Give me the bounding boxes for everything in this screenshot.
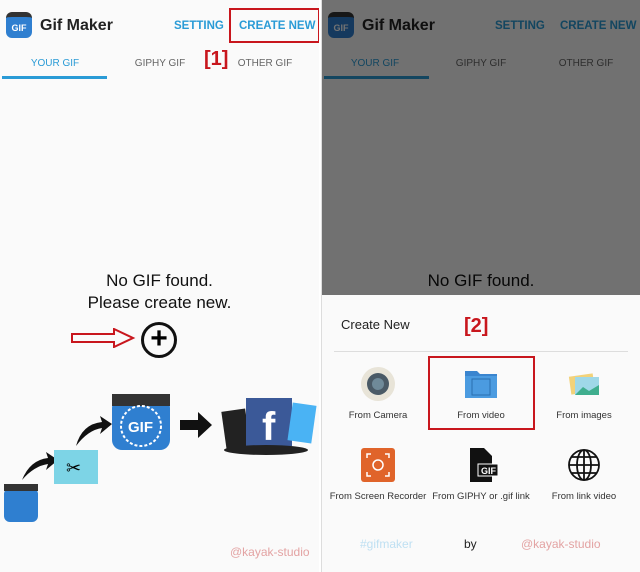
option-from-images[interactable]: From images	[531, 367, 637, 421]
images-icon	[568, 373, 599, 395]
by-text: by	[464, 537, 477, 551]
tab-bar: YOUR GIF GIPHY GIF OTHER GIF	[0, 52, 319, 80]
app-logo: GIF	[6, 12, 32, 38]
option-label: From video	[457, 410, 505, 421]
dim-overlay[interactable]	[322, 0, 640, 295]
tab-your-gif[interactable]: YOUR GIF	[2, 58, 108, 69]
step-1-label: [1]	[204, 48, 229, 70]
arrow-right-outline-icon	[71, 328, 136, 348]
hashtag: #gifmaker	[360, 537, 413, 551]
empty-message: No GIF found. Please create new.	[0, 270, 319, 314]
option-label: From Camera	[348, 410, 408, 421]
illustration: ✂ GIF f	[4, 394, 317, 522]
option-from-camera[interactable]: From Camera	[325, 367, 431, 421]
empty-line-2: Please create new.	[87, 293, 232, 312]
option-label: From link video	[551, 491, 617, 502]
globe-icon	[568, 449, 600, 481]
arrow-right-icon	[180, 412, 212, 438]
option-from-link-video[interactable]: From link video	[531, 448, 637, 502]
tab-giphy-gif[interactable]: GIPHY GIF	[107, 58, 213, 69]
option-label: From GIPHY or .gif link	[432, 491, 530, 502]
svg-text:✂: ✂	[66, 458, 81, 478]
right-screen: GIF Gif Maker SETTING CREATE NEW YOUR GI…	[321, 0, 640, 572]
svg-text:f: f	[262, 405, 276, 449]
svg-text:GIF: GIF	[128, 419, 153, 436]
empty-line-1: No GIF found.	[106, 271, 213, 290]
app-title: Gif Maker	[40, 17, 113, 34]
add-button[interactable]: +	[141, 322, 177, 358]
left-screen: GIF Gif Maker SETTING CREATE NEW YOUR GI…	[0, 0, 319, 572]
option-label: From Screen Recorder	[329, 491, 427, 502]
option-from-video[interactable]: From video	[428, 367, 534, 421]
highlight-box-1	[229, 8, 319, 43]
divider	[334, 351, 628, 352]
gif-file-icon: GIF	[470, 448, 499, 482]
option-from-giphy-link[interactable]: GIF From GIPHY or .gif link	[428, 448, 534, 502]
setting-button[interactable]: SETTING	[174, 20, 224, 32]
tab-indicator	[2, 76, 107, 79]
step-2-label: [2]	[464, 315, 489, 337]
clapper-icon	[4, 488, 38, 522]
svg-text:GIF: GIF	[481, 466, 497, 476]
watermark: @kayak-studio	[230, 545, 310, 559]
video-folder-icon	[465, 371, 497, 398]
sheet-title: Create New	[341, 317, 410, 332]
option-label: From images	[556, 410, 612, 421]
screen-recorder-icon	[361, 448, 395, 482]
author: @kayak-studio	[521, 537, 601, 551]
option-from-screen-recorder[interactable]: From Screen Recorder	[325, 448, 431, 502]
create-new-sheet: Create New [2] From Camera From video Fr…	[322, 295, 640, 572]
camera-icon	[361, 367, 395, 401]
